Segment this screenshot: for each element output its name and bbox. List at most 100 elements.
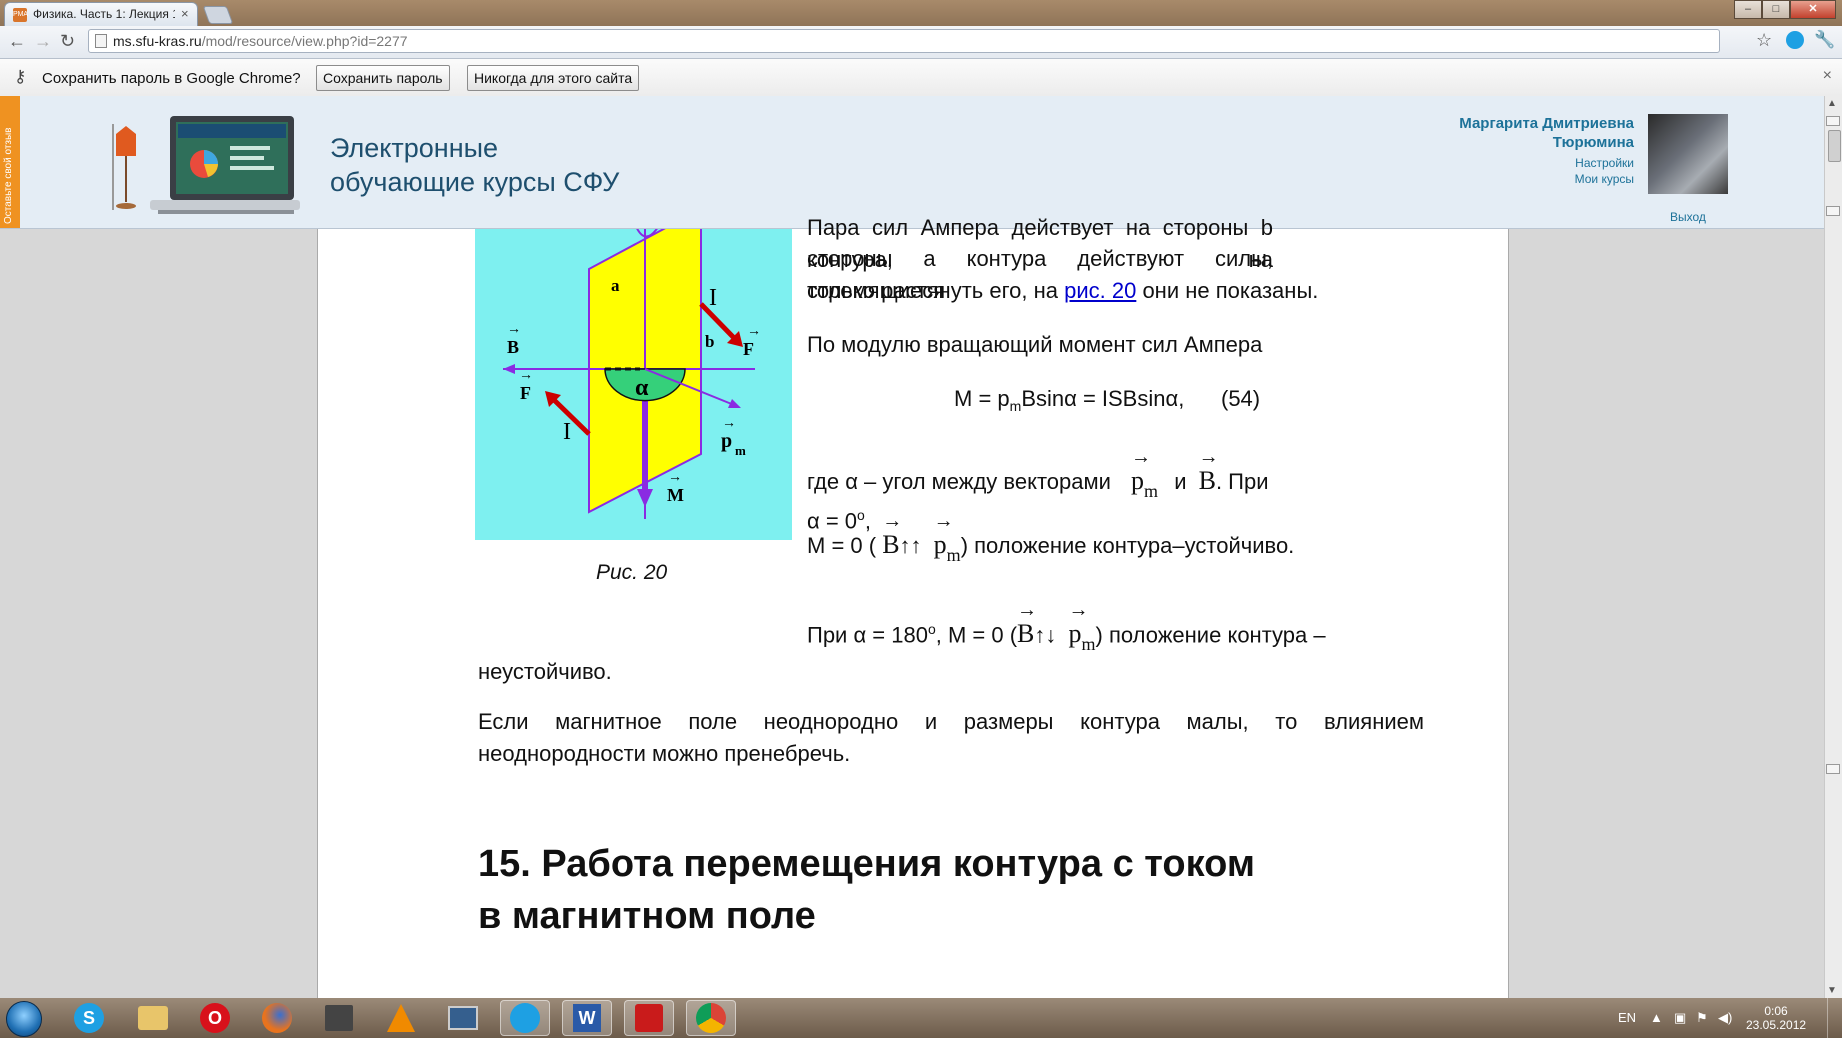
firefox-taskbar-icon[interactable] [252, 1000, 302, 1036]
infobar-close-icon[interactable]: × [1823, 67, 1832, 85]
text-line-2: только растянуть его, на рис. 20 они не … [807, 275, 1327, 307]
video-editor-taskbar-icon[interactable] [314, 1000, 364, 1036]
figure-20-diagram: a b I I F → F → B → α p m → M → [475, 229, 792, 540]
user-first-name: Маргарита Дмитриевна [1459, 115, 1634, 132]
tray-expand-icon[interactable]: ▲ [1650, 1010, 1663, 1025]
chrome-icon [696, 1003, 726, 1033]
action-center-icon[interactable]: ⚑ [1696, 1010, 1708, 1026]
label-moment-p: p [721, 430, 732, 452]
line5-part-b: ) положение контура–устойчиво. [960, 533, 1295, 558]
label-b: b [705, 332, 714, 351]
skype-taskbar-icon[interactable]: S [64, 1000, 114, 1036]
label-force-right-arrow: → [747, 322, 761, 338]
label-field-B: B [507, 337, 519, 357]
label-field-B-arrow: → [507, 320, 521, 336]
vector-pm-2-p: p [933, 530, 947, 559]
label-force-left-arrow: → [519, 366, 533, 382]
tab-close-icon[interactable]: × [181, 6, 189, 21]
url-host: ms.sfu-kras.ru [113, 33, 202, 49]
explorer-taskbar-icon[interactable] [128, 1000, 178, 1036]
reload-icon[interactable]: ↻ [60, 31, 75, 52]
site-logo[interactable] [112, 116, 302, 228]
chrome-taskbar-icon[interactable] [686, 1000, 736, 1036]
formula-part-1: M = p [954, 386, 1010, 411]
clapper-icon [325, 1005, 353, 1031]
key-icon: ⚷ [14, 67, 27, 86]
opera-icon: O [200, 1003, 230, 1033]
close-window-button[interactable]: ✕ [1790, 0, 1836, 19]
section-heading-line1: 15. Работа перемещения контура с током [478, 843, 1255, 885]
folder-icon [138, 1006, 168, 1030]
formula-54: M = pmBsinα = ISBsinα, [954, 383, 1184, 417]
user-name[interactable]: Маргарита Дмитриевна Тюрюмина [1459, 114, 1634, 152]
monitor-icon [448, 1006, 478, 1030]
line6-part-c: ) положение контура – [1095, 622, 1326, 648]
firefox-icon [262, 1003, 292, 1033]
vector-pm-2-sub: m [946, 545, 961, 565]
vector-pm-p: p [1131, 466, 1145, 495]
feedback-tab[interactable]: Оставьте свой отзыв [0, 96, 20, 228]
text-line-8: Если магнитное поле неоднородно и размер… [478, 709, 1424, 734]
scroll-thumb[interactable] [1828, 130, 1841, 162]
skype-extension-icon[interactable] [1786, 31, 1804, 49]
text-line-7: неустойчиво. [478, 659, 612, 684]
line5-part-a: M = 0 ( [807, 533, 877, 558]
new-tab-button[interactable] [202, 6, 234, 24]
bookmark-star-icon[interactable]: ☆ [1756, 30, 1772, 51]
clock-time: 0:06 [1764, 1004, 1788, 1018]
user-avatar[interactable] [1648, 114, 1728, 194]
show-desktop-button[interactable] [1827, 998, 1842, 1038]
minimize-button[interactable]: ‒ [1734, 0, 1762, 19]
word-taskbar-icon[interactable]: W [562, 1000, 612, 1036]
antiparallel-arrows: ↑↓ [1034, 622, 1057, 648]
opera-taskbar-icon[interactable]: O [190, 1000, 240, 1036]
vlc-cone-icon [387, 1004, 415, 1032]
network-icon[interactable]: ▣ [1674, 1010, 1686, 1026]
label-moment-p-sub: m [735, 443, 746, 458]
language-indicator[interactable]: EN [1618, 1010, 1636, 1025]
monitor-taskbar-icon[interactable] [438, 1000, 488, 1036]
pdf-reader-taskbar-icon[interactable] [624, 1000, 674, 1036]
my-courses-link[interactable]: Мои курсы [1575, 172, 1634, 186]
start-button[interactable] [6, 1001, 42, 1037]
scroll-marker-mid [1826, 206, 1840, 216]
wrench-menu-icon[interactable]: 🔧 [1814, 30, 1835, 50]
settings-link[interactable]: Настройки [1575, 156, 1634, 170]
volume-icon[interactable]: ◀) [1718, 1010, 1732, 1026]
logout-link[interactable]: Выход [1670, 210, 1706, 224]
vlc-taskbar-icon[interactable] [376, 1000, 426, 1036]
window-titlebar: РМА Физика. Часть 1: Лекция 15 × ‒ □ ✕ [0, 0, 1842, 26]
never-save-button[interactable]: Никогда для этого сайта [467, 65, 640, 91]
label-a: a [611, 276, 620, 295]
maximize-button[interactable]: □ [1762, 0, 1790, 19]
site-title[interactable]: Электронные обучающие курсы СФУ [330, 131, 619, 199]
password-infobar: ⚷ Сохранить пароль в Google Chrome? Сохр… [0, 59, 1842, 97]
feedback-label: Оставьте свой отзыв [3, 127, 14, 225]
vector-B-2: B [882, 505, 902, 561]
formula-sub: m [1009, 398, 1022, 414]
vertical-scrollbar[interactable]: ▲ ▼ [1824, 96, 1842, 998]
label-moment-p-arrow: → [722, 414, 736, 430]
back-arrow-icon[interactable]: ← [8, 31, 26, 52]
forward-arrow-icon[interactable]: → [34, 31, 52, 52]
label-force-right: F [743, 339, 754, 359]
browser-tab-active[interactable]: РМА Физика. Часть 1: Лекция 15 × [4, 2, 198, 26]
text-line-9: неоднородности можно пренебречь. [478, 741, 851, 766]
vector-B-3: B [1017, 594, 1037, 650]
scroll-up-icon[interactable]: ▲ [1827, 98, 1837, 109]
system-clock[interactable]: 0:06 23.05.2012 [1746, 1004, 1806, 1032]
save-password-button[interactable]: Сохранить пароль [316, 65, 450, 91]
scroll-down-icon[interactable]: ▼ [1827, 985, 1837, 996]
skype-window-icon [510, 1003, 540, 1033]
clock-date: 23.05.2012 [1746, 1018, 1807, 1032]
document-page: a b I I F → F → B → α p m → M → Рис. 20 … [317, 215, 1509, 998]
line6-degree: o [927, 621, 936, 637]
skype-icon: S [74, 1003, 104, 1033]
address-bar[interactable]: ms.sfu-kras.ru/mod/resource/view.php?id=… [88, 29, 1720, 53]
vector-B: B [1199, 441, 1219, 497]
formula-part-2: Bsinα = ISBsinα, [1021, 386, 1185, 411]
skype-window-taskbar-icon[interactable] [500, 1000, 550, 1036]
figure-20-link[interactable]: рис. 20 [1064, 278, 1136, 303]
vector-pm-3-p: p [1068, 619, 1082, 649]
pdf-icon [635, 1004, 663, 1032]
